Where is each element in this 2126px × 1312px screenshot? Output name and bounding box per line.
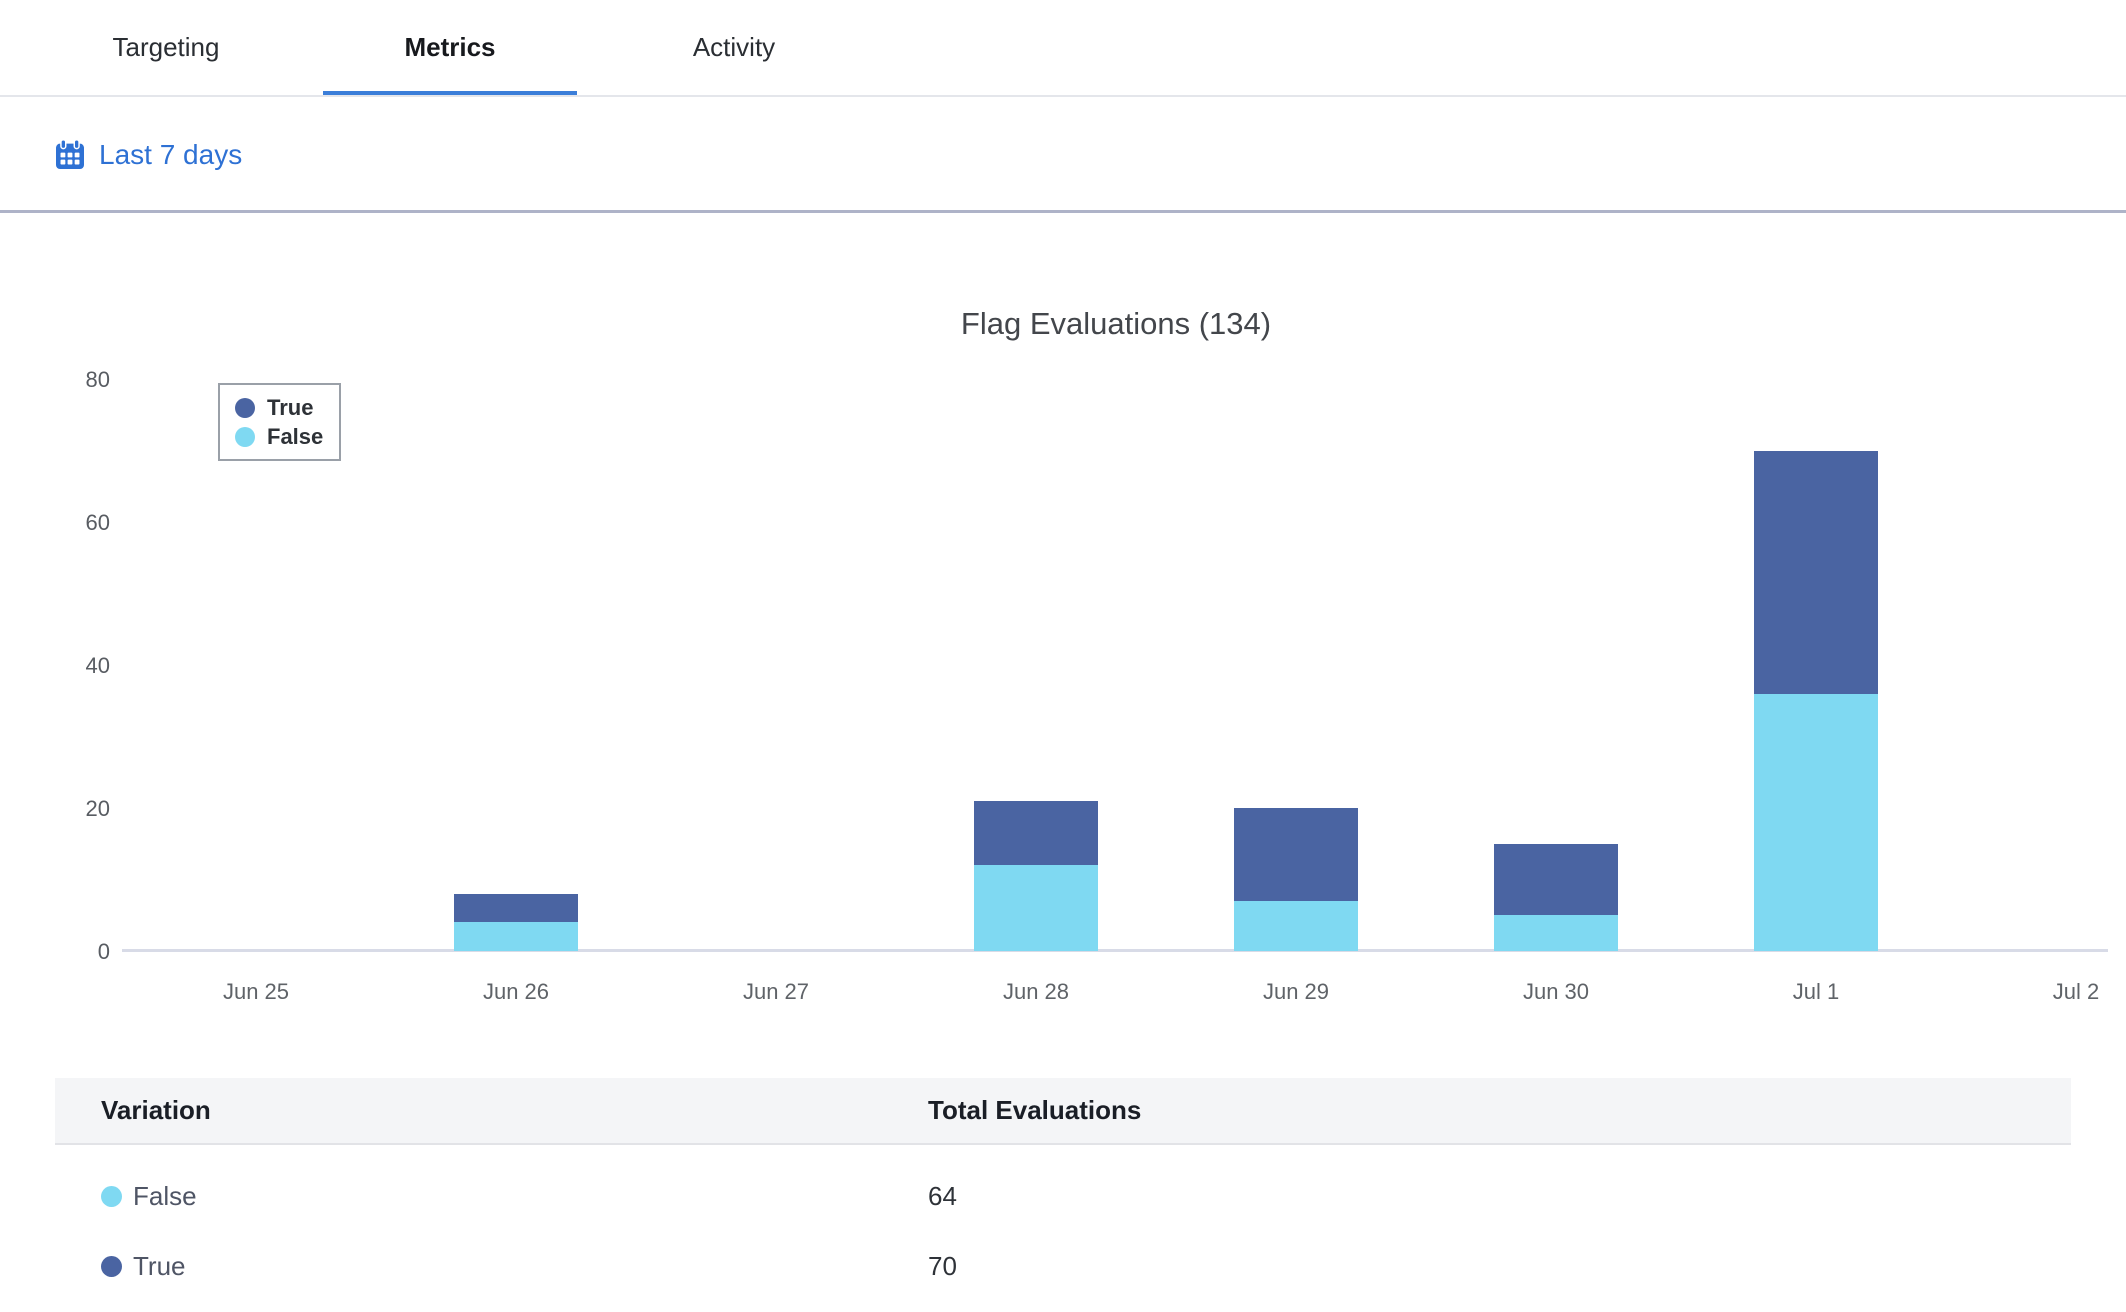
date-filter-row: Last 7 days — [0, 99, 2126, 213]
bar-jul-1-true — [1754, 451, 1878, 694]
bar-jun-29-false — [1234, 901, 1358, 951]
bar-jun-28-false — [974, 865, 1098, 951]
metrics-page: Targeting Metrics Activity Last 7 days — [0, 0, 2126, 1312]
bar-jun-29-true — [1234, 808, 1358, 901]
x-axis-label-jun-30: Jun 30 — [1456, 976, 1656, 1008]
legend-dot-false — [235, 427, 255, 447]
bar-jul-1-false — [1754, 694, 1878, 951]
table-header-row: Variation Total Evaluations — [55, 1078, 2071, 1145]
x-axis-label-jun-27: Jun 27 — [676, 976, 876, 1008]
x-axis-label-jun-29: Jun 29 — [1196, 976, 1396, 1008]
bar-jun-30-true — [1494, 844, 1618, 916]
date-range-button[interactable]: Last 7 days — [99, 139, 242, 171]
table-body: False 64 True 70 — [55, 1145, 2071, 1301]
legend-label-true: True — [267, 395, 313, 421]
variation-cell-false: False — [55, 1181, 928, 1212]
tab-activity[interactable]: Activity — [607, 0, 861, 95]
legend-dot-true — [235, 398, 255, 418]
variation-label-true: True — [133, 1251, 186, 1282]
column-header-variation: Variation — [55, 1095, 928, 1126]
y-axis-tick-0: 0 — [20, 937, 110, 967]
y-axis-tick-20: 20 — [20, 794, 110, 824]
x-axis-label-jun-28: Jun 28 — [936, 976, 1136, 1008]
total-evaluations-false: 64 — [928, 1181, 2071, 1212]
chart-legend: True False — [218, 383, 341, 461]
bar-jun-26-true — [454, 894, 578, 923]
variation-table: Variation Total Evaluations False 64 True 7… — [55, 1078, 2071, 1301]
tab-bar: Targeting Metrics Activity — [0, 0, 2126, 97]
variation-cell-true: True — [55, 1251, 928, 1282]
variation-label-false: False — [133, 1181, 197, 1212]
y-axis-tick-80: 80 — [20, 365, 110, 395]
total-evaluations-true: 70 — [928, 1251, 2071, 1282]
variation-dot-true — [101, 1256, 122, 1277]
bar-jun-26-false — [454, 922, 578, 951]
y-axis-tick-60: 60 — [20, 508, 110, 538]
tab-targeting[interactable]: Targeting — [39, 0, 293, 95]
x-axis-label-jul-2: Jul 2 — [1976, 976, 2126, 1008]
chart-title: Flag Evaluations (134) — [122, 306, 2110, 342]
legend-item-true: True — [235, 393, 323, 422]
tab-metrics[interactable]: Metrics — [323, 0, 577, 95]
column-header-total-evaluations: Total Evaluations — [928, 1095, 2071, 1126]
x-axis-label-jun-25: Jun 25 — [156, 976, 356, 1008]
legend-item-false: False — [235, 422, 323, 451]
calendar-icon[interactable] — [54, 139, 86, 171]
x-axis-label-jun-26: Jun 26 — [416, 976, 616, 1008]
y-axis-tick-40: 40 — [20, 651, 110, 681]
table-row-false: False 64 — [55, 1161, 2071, 1231]
table-row-true: True 70 — [55, 1231, 2071, 1301]
bar-jun-30-false — [1494, 915, 1618, 951]
bar-jun-28-true — [974, 801, 1098, 865]
x-axis-label-jul-1: Jul 1 — [1716, 976, 1916, 1008]
variation-dot-false — [101, 1186, 122, 1207]
legend-label-false: False — [267, 424, 323, 450]
